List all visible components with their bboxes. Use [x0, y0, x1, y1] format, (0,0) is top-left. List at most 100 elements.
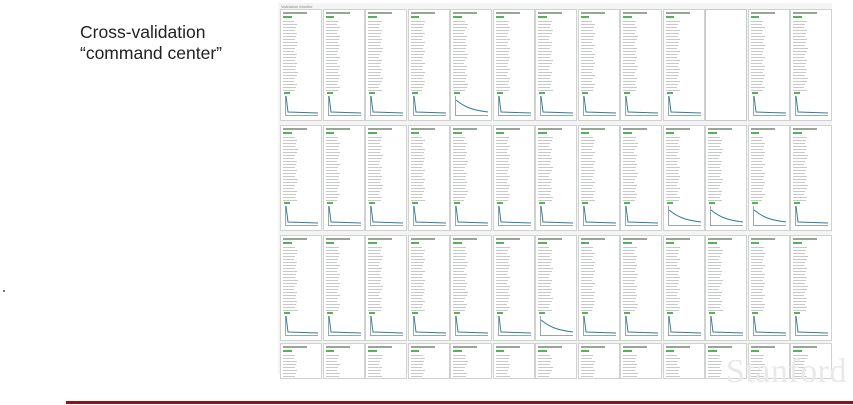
cv-panel-r3-c6[interactable]: [535, 343, 577, 379]
cv-panel-r0-c11[interactable]: [747, 9, 790, 121]
panel-log-line: [283, 149, 298, 150]
panel-log-line: [623, 81, 636, 82]
cv-panel-r0-c2[interactable]: [365, 9, 407, 121]
loss-curve: [668, 209, 701, 223]
cv-panel-r1-c6[interactable]: [535, 125, 577, 231]
cv-panel-r0-c10[interactable]: [705, 9, 747, 121]
cv-panel-r1-c8[interactable]: [620, 125, 662, 231]
cv-panel-r2-c10[interactable]: [705, 235, 747, 341]
panel-log-line: [708, 304, 722, 305]
cv-panel-r3-c7[interactable]: [577, 343, 620, 379]
panel-log-line: [750, 69, 764, 70]
panel-status-tag: [495, 132, 505, 134]
cv-panel-r2-c8[interactable]: [620, 235, 662, 341]
cv-panel-r2-c11[interactable]: [747, 235, 790, 341]
cv-panel-r2-c0[interactable]: [280, 235, 322, 341]
panel-log-line: [325, 361, 337, 362]
panel-header: [283, 12, 307, 14]
cv-panel-r1-c1[interactable]: [322, 125, 365, 231]
cv-panel-r2-c7[interactable]: [577, 235, 620, 341]
panel-log-line: [708, 373, 722, 374]
panel-log-line: [325, 21, 338, 22]
panel-header: [325, 12, 350, 14]
panel-log-line: [538, 286, 550, 287]
cv-panel-r0-c1[interactable]: [322, 9, 365, 121]
cv-panel-r0-c3[interactable]: [407, 9, 450, 121]
panel-log-line: [665, 90, 680, 91]
panel-log-line: [453, 179, 465, 180]
panel-log-line: [453, 24, 468, 25]
cv-panel-r1-c4[interactable]: [450, 125, 492, 231]
panel-log-line: [538, 250, 552, 251]
cv-panel-r2-c3[interactable]: [407, 235, 450, 341]
cv-panel-r2-c9[interactable]: [662, 235, 705, 341]
panel-status-tag: [283, 350, 292, 352]
panel-log-line: [368, 140, 381, 141]
cv-panel-r1-c7[interactable]: [577, 125, 620, 231]
cv-panel-r2-c4[interactable]: [450, 235, 492, 341]
cv-panel-r1-c10[interactable]: [705, 125, 747, 231]
panel-log-line: [665, 149, 680, 150]
cv-panel-r2-c1[interactable]: [322, 235, 365, 341]
cv-panel-r0-c6[interactable]: [535, 9, 577, 121]
cv-panel-r1-c3[interactable]: [407, 125, 450, 231]
cv-panel-r2-c2[interactable]: [365, 235, 407, 341]
panel-log-line: [623, 176, 637, 177]
cv-panel-r0-c8[interactable]: [620, 9, 662, 121]
cv-panel-r0-c9[interactable]: [662, 9, 705, 121]
loss-curve-path: [753, 315, 786, 334]
panel-log-line: [495, 182, 508, 183]
panel-log-line: [325, 45, 341, 46]
cv-panel-r3-c1[interactable]: [322, 343, 365, 379]
loss-curve: [625, 205, 659, 224]
panel-status-tag: [793, 242, 802, 244]
cv-panel-r3-c0[interactable]: [280, 343, 322, 379]
cv-panel-r3-c5[interactable]: [492, 343, 535, 379]
cv-panel-r1-c12[interactable]: [790, 125, 832, 231]
cv-panel-r2-c6[interactable]: [535, 235, 577, 341]
cv-panel-r0-c4[interactable]: [450, 9, 492, 121]
cv-panel-r0-c12[interactable]: [790, 9, 832, 121]
cv-panel-r2-c5[interactable]: [492, 235, 535, 341]
panel-log-line: [538, 370, 552, 371]
panel-status-tag: [538, 132, 547, 134]
loss-curve-path: [285, 315, 319, 334]
cv-panel-r3-c4[interactable]: [450, 343, 492, 379]
cv-panel-r2-c12[interactable]: [790, 235, 832, 341]
panel-status-tag: [368, 350, 377, 352]
panel-log-line: [495, 69, 510, 70]
cv-panel-r0-c5[interactable]: [492, 9, 535, 121]
panel-status-tag: [623, 242, 632, 244]
panel-log-line: [283, 137, 295, 138]
panel-log-line: [750, 51, 763, 52]
cv-panel-r3-c3[interactable]: [407, 343, 450, 379]
panel-log-line: [538, 161, 552, 162]
cv-panel-r0-c7[interactable]: [577, 9, 620, 121]
panel-log-line: [793, 63, 806, 64]
panel-log-line: [495, 376, 510, 377]
panel-log-line: [283, 191, 297, 192]
cv-panel-r1-c9[interactable]: [662, 125, 705, 231]
panel-log-line: [538, 355, 550, 356]
cv-panel-r3-c9[interactable]: [662, 343, 705, 379]
cv-panel-r1-c5[interactable]: [492, 125, 535, 231]
cv-panel-r3-c8[interactable]: [620, 343, 662, 379]
panel-log-line: [708, 358, 720, 359]
panel-log-line: [495, 307, 510, 308]
panel-log-line: [325, 271, 338, 272]
loss-curve: [583, 315, 616, 334]
panel-status-tag: [368, 16, 377, 18]
panel-log-line: [325, 295, 340, 296]
cv-panel-r0-c0[interactable]: [280, 9, 322, 121]
panel-log-line: [708, 355, 721, 356]
cv-panel-r3-c2[interactable]: [365, 343, 407, 379]
cv-panel-r1-c2[interactable]: [365, 125, 407, 231]
panel-log-line: [750, 271, 763, 272]
panel-log-line: [665, 66, 678, 67]
panel-log-line: [580, 200, 596, 201]
cv-panel-r1-c11[interactable]: [747, 125, 790, 231]
cv-panel-r1-c0[interactable]: [280, 125, 322, 231]
panel-log-line: [283, 262, 297, 263]
panel-log-line: [538, 36, 551, 37]
panel-log-line: [580, 280, 592, 281]
